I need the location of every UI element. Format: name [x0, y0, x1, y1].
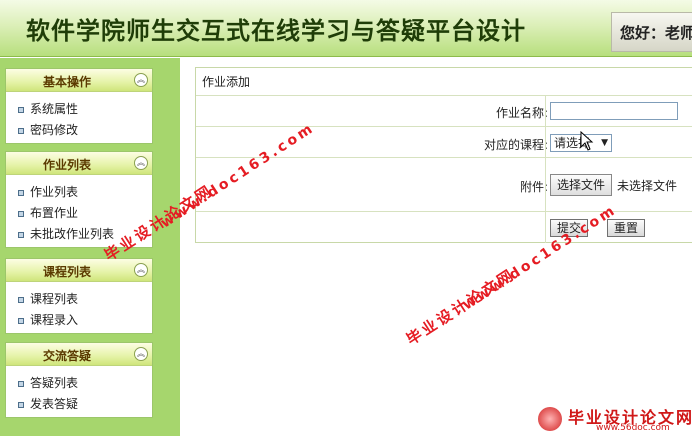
- sidebar-item-label: 未批改作业列表: [30, 227, 115, 241]
- watermark-logo: 毕业设计论文网 www.56doc.com: [530, 402, 692, 436]
- bullet-icon: [18, 211, 24, 217]
- course-label: 对应的课程:: [483, 138, 548, 152]
- sidebar-item-label: 作业列表: [30, 185, 79, 199]
- panel-qa-exchange: 交流答疑 ︽ 答疑列表 发表答疑: [5, 342, 153, 418]
- main-content: 作业添加 作业名称: 对应的课程: 请选择 ▼ 附件: 选择文件 未选择文件 提…: [180, 58, 692, 436]
- attachment-label: 附件:: [519, 180, 548, 194]
- panel-basic-operations: 基本操作 ︽ 系统属性 密码修改: [5, 68, 153, 144]
- app-header: 软件学院师生交互式在线学习与答疑平台设计 您好：老师: [0, 0, 692, 57]
- sidebar-item-label: 课程录入: [30, 313, 79, 327]
- homework-name-label: 作业名称:: [495, 106, 548, 120]
- sidebar-item-label: 系统属性: [30, 102, 79, 116]
- choose-file-button[interactable]: 选择文件: [550, 174, 613, 196]
- panel-header[interactable]: 作业列表 ︽: [6, 152, 152, 175]
- collapse-icon[interactable]: ︽: [134, 156, 148, 170]
- panel-title: 交流答疑: [42, 349, 91, 363]
- sidebar-item-qa-list[interactable]: 答疑列表: [16, 373, 152, 394]
- panel-header[interactable]: 课程列表 ︽: [6, 259, 152, 282]
- bullet-icon: [18, 318, 24, 324]
- panel-header[interactable]: 基本操作 ︽: [6, 69, 152, 92]
- row-homework-name: 作业名称:: [196, 96, 692, 127]
- collapse-icon[interactable]: ︽: [134, 73, 148, 87]
- panel-header[interactable]: 交流答疑 ︽: [6, 343, 152, 366]
- collapse-icon[interactable]: ︽: [134, 263, 148, 277]
- sidebar-item-label: 密码修改: [30, 123, 79, 137]
- file-picker[interactable]: 选择文件 未选择文件: [550, 174, 677, 196]
- logo-icon: [538, 407, 562, 431]
- bullet-icon: [18, 107, 24, 113]
- sidebar-item-label: 课程列表: [30, 292, 79, 306]
- sidebar-item-homework-list[interactable]: 作业列表: [16, 182, 152, 203]
- file-status: 未选择文件: [617, 178, 678, 193]
- bullet-icon: [18, 297, 24, 303]
- sidebar-item-label: 发表答疑: [30, 397, 79, 411]
- sidebar-item-course-entry[interactable]: 课程录入: [16, 310, 152, 331]
- sidebar-item-assign-homework[interactable]: 布置作业: [16, 203, 152, 224]
- sidebar: 基本操作 ︽ 系统属性 密码修改 作业列表 ︽ 作业列表 布置作业 未批改作业列…: [0, 58, 180, 436]
- bullet-icon: [18, 402, 24, 408]
- panel-title: 作业列表: [42, 158, 91, 172]
- reset-button[interactable]: 重置: [607, 219, 646, 237]
- bullet-icon: [18, 190, 24, 196]
- panel-course-list: 课程列表 ︽ 课程列表 课程录入: [5, 258, 153, 334]
- watermark-logo-url: www.56doc.com: [596, 423, 670, 433]
- bullet-icon: [18, 232, 24, 238]
- row-attachment: 附件: 选择文件 未选择文件: [196, 158, 692, 212]
- user-greeting: 您好：老师: [620, 24, 692, 42]
- mouse-cursor-icon: [580, 131, 594, 151]
- homework-name-input[interactable]: [550, 102, 678, 120]
- sidebar-item-label: 答疑列表: [30, 376, 79, 390]
- page-title: 软件学院师生交互式在线学习与答疑平台设计: [26, 16, 526, 45]
- dropdown-arrow-icon: ▼: [601, 138, 608, 148]
- sidebar-item-course-list[interactable]: 课程列表: [16, 289, 152, 310]
- sidebar-item-post-question[interactable]: 发表答疑: [16, 394, 152, 415]
- collapse-icon[interactable]: ︽: [134, 347, 148, 361]
- panel-title: 课程列表: [42, 265, 91, 279]
- user-greeting-box: 您好：老师: [611, 12, 692, 52]
- sidebar-item-system-properties[interactable]: 系统属性: [16, 99, 152, 120]
- bullet-icon: [18, 381, 24, 387]
- bullet-icon: [18, 128, 24, 134]
- form-caption: 作业添加: [196, 68, 692, 96]
- sidebar-item-label: 布置作业: [30, 206, 79, 220]
- panel-title: 基本操作: [42, 75, 91, 89]
- sidebar-item-change-password[interactable]: 密码修改: [16, 120, 152, 141]
